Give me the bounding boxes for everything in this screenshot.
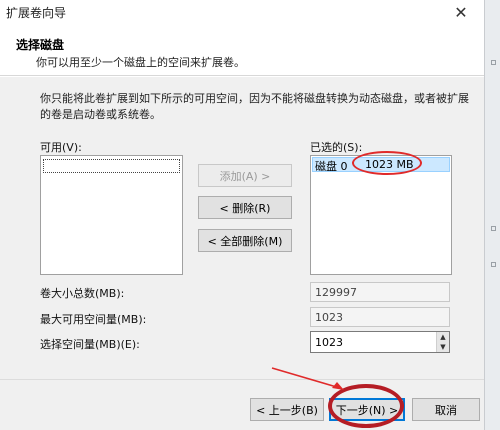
remove-button[interactable]: < 删除(R)	[198, 196, 292, 219]
total-size-field: 129997	[310, 282, 450, 302]
spin-up-icon[interactable]: ▲	[436, 332, 449, 342]
available-label: 可用(V):	[40, 141, 82, 154]
annotation-arrow-icon	[271, 367, 344, 390]
max-space-field: 1023	[310, 307, 450, 327]
page-title: 选择磁盘	[16, 38, 65, 52]
back-button[interactable]: < 上一步(B)	[250, 398, 324, 421]
select-space-value: 1023	[315, 336, 343, 349]
title-bar: 扩展卷向导 ✕	[0, 0, 484, 24]
annotation-circle	[352, 151, 422, 175]
desktop-marker-icon	[491, 262, 496, 267]
page-subtitle: 你可以用至少一个磁盘上的空间来扩展卷。	[36, 56, 245, 69]
wizard-header: 选择磁盘 你可以用至少一个磁盘上的空间来扩展卷。	[0, 24, 484, 76]
total-size-label: 卷大小总数(MB):	[40, 287, 125, 300]
available-list[interactable]	[40, 155, 183, 275]
max-space-label: 最大可用空间量(MB):	[40, 313, 147, 326]
remove-all-button[interactable]: < 全部删除(M)	[198, 229, 292, 252]
wizard-footer: < 上一步(B) 下一步(N) > 取消	[0, 379, 484, 430]
close-button[interactable]: ✕	[438, 0, 484, 24]
desktop-marker-icon	[491, 226, 496, 231]
description-text: 你只能将此卷扩展到如下所示的可用空间，因为不能将磁盘转换为动态磁盘，或者被扩展的…	[40, 92, 469, 121]
wizard-body: 你只能将此卷扩展到如下所示的可用空间，因为不能将磁盘转换为动态磁盘，或者被扩展的…	[0, 77, 484, 379]
select-space-stepper[interactable]: 1023 ▲ ▼	[310, 331, 450, 353]
spin-down-icon[interactable]: ▼	[436, 342, 449, 352]
disk-name: 磁盘 0	[315, 160, 348, 173]
close-icon: ✕	[454, 2, 468, 22]
window-title: 扩展卷向导	[6, 6, 67, 20]
focus-rect	[43, 159, 180, 173]
cancel-button[interactable]: 取消	[412, 398, 480, 421]
desktop-edge	[484, 0, 500, 430]
add-button[interactable]: 添加(A) >	[198, 164, 292, 187]
select-space-label: 选择空间量(MB)(E):	[40, 338, 140, 351]
selected-label: 已选的(S):	[310, 141, 363, 154]
desktop-marker-icon	[491, 60, 496, 65]
